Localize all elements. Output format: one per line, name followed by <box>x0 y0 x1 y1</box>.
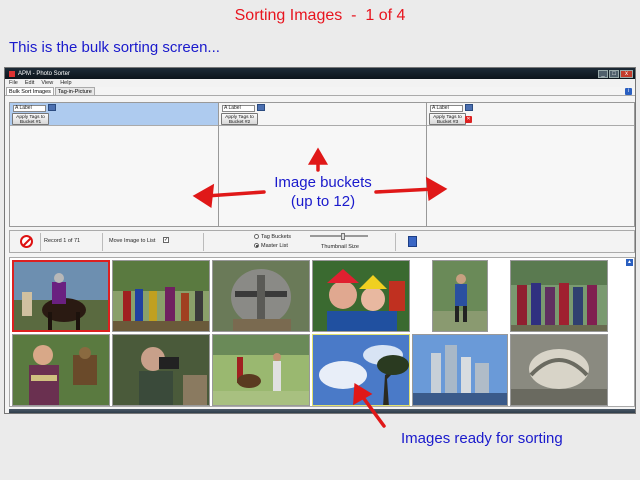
menu-view[interactable]: View <box>41 80 53 86</box>
save-icon[interactable] <box>48 104 56 111</box>
thumbnail-size-label: Thumbnail Size <box>321 244 359 250</box>
photo-camera-man <box>113 335 209 405</box>
app-icon <box>9 70 15 77</box>
scroll-up-button[interactable]: ▲ <box>626 259 633 266</box>
photo-city <box>413 335 507 405</box>
delete-bucket-icon[interactable]: ✕ <box>465 116 472 123</box>
taskbar <box>9 409 635 413</box>
radio-master-list[interactable] <box>254 243 259 248</box>
photo-knight <box>14 262 108 330</box>
tab-tag-in-picture[interactable]: Tag-in-Picture <box>54 87 95 95</box>
divider <box>102 233 103 251</box>
bucket-label-input[interactable]: A Label <box>222 105 255 112</box>
slide-caption: Images ready for sorting <box>401 430 563 447</box>
annotation-line2: (up to 12) <box>290 193 356 210</box>
bucket-1[interactable]: A Label Apply Tags to Bucket #1 <box>10 103 219 226</box>
info-icon[interactable]: i <box>625 88 632 95</box>
slider-handle[interactable] <box>341 233 345 240</box>
apply-button-line2: Bucket #2 <box>228 119 251 125</box>
apply-button-line2: Bucket #3 <box>436 119 459 125</box>
photo-parade <box>511 261 607 331</box>
bucket-3[interactable]: A Label Apply Tags to Bucket #3 ✕ <box>427 103 634 226</box>
apply-tags-button[interactable]: Apply Tags to Bucket #2 <box>221 113 258 125</box>
apply-tags-button[interactable]: Apply Tags to Bucket #1 <box>12 113 49 125</box>
bucket-header: A Label Apply Tags to Bucket #1 <box>10 103 218 126</box>
menu-edit[interactable]: Edit <box>25 80 34 86</box>
move-image-label: Move Image to List <box>109 238 156 244</box>
save-icon[interactable] <box>465 104 473 111</box>
photo-costume <box>433 261 487 331</box>
bucket-header: A Label Apply Tags to Bucket #3 ✕ <box>427 103 634 126</box>
record-counter: Record 1 of 71 <box>44 238 81 244</box>
minimize-button[interactable]: _ <box>598 69 608 78</box>
thumbnail-size-slider[interactable] <box>310 233 368 240</box>
image-grid: ▲ <box>9 257 635 407</box>
thumbnail-rider-field[interactable] <box>212 334 310 406</box>
menu-bar: File Edit View Help <box>5 79 635 87</box>
menu-help[interactable]: Help <box>60 80 71 86</box>
thumbnail-camera-man[interactable] <box>112 334 210 406</box>
photo-falcon <box>13 335 109 405</box>
photo-sky-tree <box>313 335 409 405</box>
move-image-checkbox[interactable]: ✓ <box>163 237 169 243</box>
thumbnail-sky-tree[interactable] <box>312 334 410 406</box>
thumbnail-city[interactable] <box>412 334 508 406</box>
trash-icon[interactable] <box>408 236 417 247</box>
divider <box>395 233 396 251</box>
maximize-button[interactable]: □ <box>609 69 619 78</box>
radio-tag-buckets[interactable] <box>254 234 259 239</box>
thumbnail-falcon[interactable] <box>12 334 110 406</box>
window-controls: _ □ x <box>598 69 633 78</box>
bucket-label-input[interactable]: A Label <box>13 105 46 112</box>
apply-button-line2: Bucket #1 <box>19 119 42 125</box>
thumbnail-carving[interactable] <box>510 334 608 406</box>
divider <box>203 233 204 251</box>
app-window: APM - Photo Sorter _ □ x File Edit View … <box>4 67 636 414</box>
thumbnail-helmet[interactable] <box>212 260 310 332</box>
photo-jester <box>313 261 409 331</box>
apply-button-line1: Apply Tags to <box>16 114 45 120</box>
tab-bulk-sort[interactable]: Bulk Sort Images <box>6 87 54 95</box>
title-bar: APM - Photo Sorter _ □ x <box>5 68 635 79</box>
annotation-buckets: Image buckets (up to 12) <box>260 173 386 211</box>
radio-tag-buckets-label: Tag Buckets <box>261 234 291 240</box>
bucket-header: A Label Apply Tags to Bucket #2 <box>219 103 426 126</box>
photo-rider-field <box>213 335 309 405</box>
slide-title: Sorting Images - 1 of 4 <box>234 7 406 24</box>
tab-strip: Bulk Sort Images Tag-in-Picture i <box>5 87 635 96</box>
slide-subtitle: This is the bulk sorting screen... <box>9 39 220 56</box>
thumbnail-knight-horse[interactable] <box>12 260 110 332</box>
window-title: APM - Photo Sorter <box>18 70 71 77</box>
apply-button-line1: Apply Tags to <box>225 114 254 120</box>
bucket-label-input[interactable]: A Label <box>430 105 463 112</box>
apply-tags-button[interactable]: Apply Tags to Bucket #3 <box>429 113 466 125</box>
save-icon[interactable] <box>257 104 265 111</box>
control-bar: Record 1 of 71 Move Image to List ✓ Tag … <box>9 230 635 253</box>
close-button[interactable]: x <box>620 69 633 78</box>
divider <box>40 233 41 251</box>
thumbnail-parade[interactable] <box>510 260 608 332</box>
thumbnail-costume[interactable] <box>432 260 488 332</box>
radio-master-list-label: Master List <box>261 243 288 249</box>
stop-icon[interactable] <box>20 235 33 248</box>
menu-file[interactable]: File <box>9 80 18 86</box>
photo-jousting <box>113 261 209 331</box>
thumbnail-jester[interactable] <box>312 260 410 332</box>
photo-helmet <box>213 261 309 331</box>
photo-carving <box>511 335 607 405</box>
annotation-line1: Image buckets <box>274 174 372 191</box>
thumbnail-jousting-crowd[interactable] <box>112 260 210 332</box>
apply-button-line1: Apply Tags to <box>433 114 462 120</box>
